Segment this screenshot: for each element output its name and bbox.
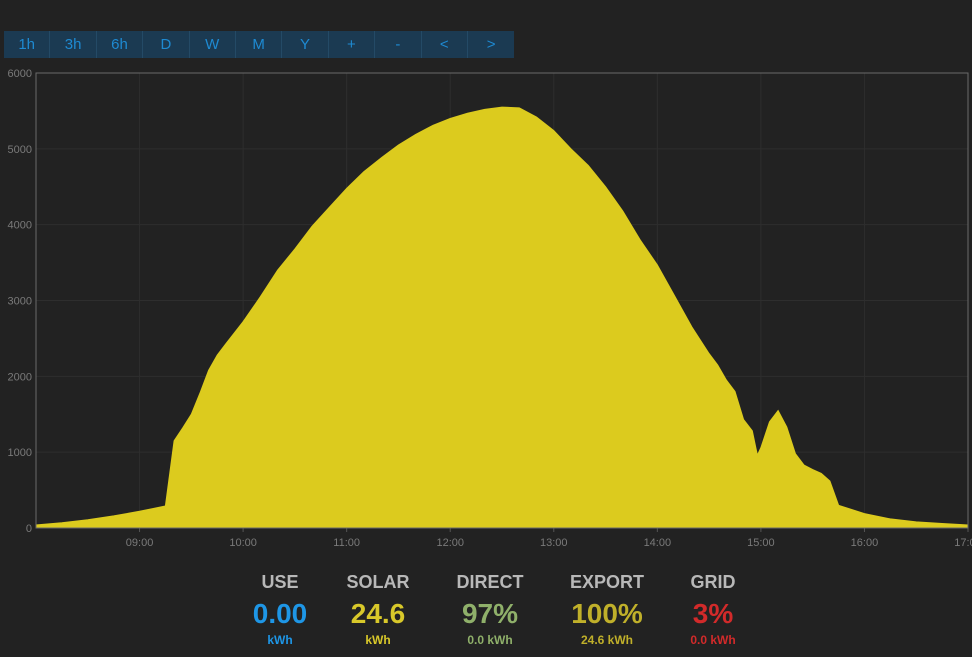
y-tick-label: 2000 [8,371,32,383]
x-tick-label: 12:00 [436,537,464,549]
x-tick-label: 09:00 [126,537,154,549]
x-tick-label: 15:00 [747,537,775,549]
stat-direct-label: DIRECT [456,572,524,592]
y-tick-label: 5000 [8,144,32,156]
stat-export: EXPORT 100% 24.6 kWh [547,570,667,648]
y-tick-label: 0 [26,523,32,535]
stat-direct: DIRECT 97% 0.0 kWh [430,570,550,648]
x-tick-label: 11:00 [333,537,360,549]
stat-grid: GRID 3% 0.0 kWh [653,570,773,648]
solar-area-series [35,106,969,529]
stat-direct-unit: 0.0 kWh [467,633,513,647]
solar-power-chart[interactable]: 0 1000 2000 3000 4000 5000 6000 09:00 10:00 11:00… [0,0,972,560]
x-tick-label: 13:00 [540,537,568,549]
energy-summary: USE 0.00 kWh SOLAR 24.6 kWh DIRECT 97% 0… [220,570,760,650]
stat-solar-label: SOLAR [346,572,410,592]
x-tick-label: 14:00 [644,537,672,549]
y-tick-label: 1000 [8,447,32,459]
stat-export-value: 100% [571,598,643,629]
stat-direct-value: 97% [461,598,519,629]
stat-solar-value: 24.6 [350,598,406,629]
stat-solar: SOLAR 24.6 kWh [318,570,438,648]
y-tick-label: 4000 [8,220,32,232]
stat-grid-unit: 0.0 kWh [690,633,736,647]
stat-grid-label: GRID [690,572,736,592]
y-tick-label: 6000 [8,68,32,80]
x-tick-label: 16:00 [851,537,879,549]
x-tick-label: 10:00 [229,537,257,549]
y-tick-label: 3000 [8,296,32,308]
stat-grid-value: 3% [692,598,734,629]
stat-export-unit: 24.6 kWh [580,633,634,647]
x-tick-label: 17:00 [954,537,972,549]
stat-solar-unit: kWh [365,633,391,647]
stat-export-label: EXPORT [569,572,644,592]
